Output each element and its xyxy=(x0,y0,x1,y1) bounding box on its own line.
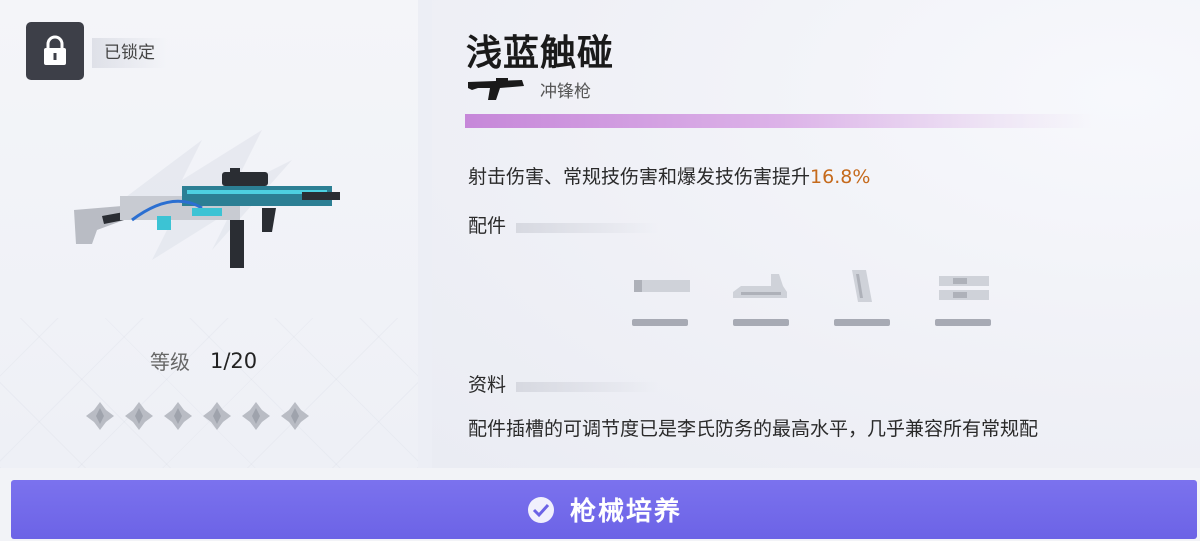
attachment-slot-muzzle[interactable] xyxy=(632,268,690,326)
star-rank xyxy=(84,400,311,432)
info-title: 资料 xyxy=(468,370,658,399)
weapon-type-row: 冲锋枪 xyxy=(466,76,591,102)
lock-status-label: 已锁定 xyxy=(92,38,167,68)
attachment-slot-sight[interactable] xyxy=(733,268,789,326)
level-row: 等级 1/20 xyxy=(150,346,257,375)
level-value: 1/20 xyxy=(210,348,258,373)
weapon-type-label: 冲锋枪 xyxy=(540,81,591,102)
attachment-slot-bar xyxy=(834,319,890,326)
effect-text: 射击伤害、常规技伤害和爆发技伤害提升 xyxy=(468,166,811,188)
level-label: 等级 xyxy=(150,350,190,374)
star-icon xyxy=(203,402,231,430)
weapon-preview-panel: 已锁定 等级 1/20 xyxy=(0,0,418,468)
attachment-slot-bar xyxy=(935,319,991,326)
magazine-icon xyxy=(852,270,872,302)
effect-description: 射击伤害、常规技伤害和爆发技伤害提升16.8% xyxy=(468,162,870,189)
star-icon xyxy=(164,402,192,430)
rarity-bar xyxy=(465,114,1093,128)
sight-icon xyxy=(733,274,787,298)
lock-button[interactable] xyxy=(26,22,84,80)
effect-value: 16.8% xyxy=(810,166,871,188)
lock-icon xyxy=(44,35,66,65)
attachment-slot-bar xyxy=(632,319,688,326)
attachment-slot-magazine[interactable] xyxy=(834,268,890,326)
weapon-detail-panel: 浅蓝触碰 冲锋枪 射击伤害、常规技伤害和爆发技伤害提升16.8% 配件 资料 配… xyxy=(432,0,1200,468)
smg-icon xyxy=(468,78,524,100)
info-text: 配件插槽的可调节度已是李氏防务的最高水平，几乎兼容所有常规配 xyxy=(468,418,1039,440)
attachments-title: 配件 xyxy=(468,211,658,240)
weapon-name: 浅蓝触碰 xyxy=(466,33,615,74)
star-icon xyxy=(242,402,270,430)
muzzle-icon xyxy=(634,280,690,292)
attachment-slot-grip[interactable] xyxy=(935,268,991,326)
grip-icon xyxy=(939,276,989,300)
check-circle-icon xyxy=(527,496,554,523)
weapon-train-label: 枪械培养 xyxy=(569,497,682,527)
star-icon xyxy=(281,402,309,430)
weapon-train-button[interactable]: 枪械培养 xyxy=(11,480,1197,539)
star-icon xyxy=(86,402,114,430)
star-icon xyxy=(125,402,153,430)
attachment-slot-bar xyxy=(733,319,789,326)
attachment-slots xyxy=(632,268,991,326)
weapon-image xyxy=(74,130,340,268)
